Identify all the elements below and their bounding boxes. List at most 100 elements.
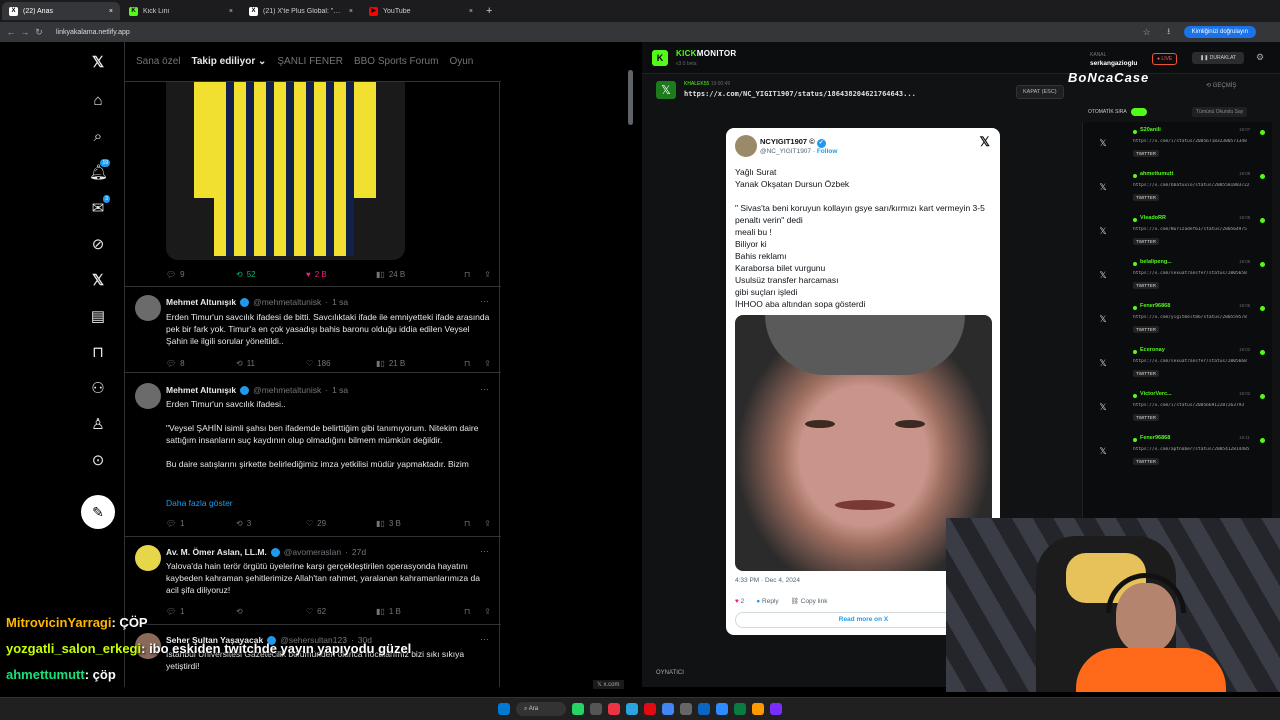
verify-identity-button[interactable]: Kimliğinizi doğrulayın [1183,26,1256,38]
communities-icon[interactable]: ⚇ [89,380,107,398]
queue-item[interactable]: 𝕏 Fener96868 https://x.com/aptnaber/status… [1083,430,1273,474]
bookmarks-icon[interactable]: ⊓ [89,344,107,362]
app-icon[interactable] [698,703,710,715]
queue-item[interactable]: 𝕏 VleadoRR https://x.com/Nurizadef61/statu… [1083,210,1273,254]
queue-url[interactable]: https://x.com/yigitmelt86/status/2005595… [1133,315,1263,320]
app-icon[interactable] [734,703,746,715]
browser-tab[interactable]: X (22) Anas × [2,2,120,20]
avatar[interactable] [735,135,757,157]
browser-tab[interactable]: ▶ YouTube × [362,2,480,20]
mark-all-read-button[interactable]: Tümünü Okundu Say [1192,107,1248,117]
queue-item[interactable]: 𝕏ahmettumutt https://x.com/bbatuxio/statu… [1083,166,1273,210]
tab-oyun[interactable]: Oyun [449,56,473,67]
star-icon[interactable]: ☆ [1140,27,1154,38]
queue-url[interactable]: https://x.com/i/status/20056691228726379… [1133,403,1263,408]
avatar[interactable] [135,383,161,409]
browser-tab[interactable]: X (21) X'te Plus Global: "Bi oyun oy × [242,2,360,20]
more-options-icon[interactable]: ⋯ [480,546,489,557]
more-options-icon[interactable]: ⋯ [480,296,489,307]
pause-button[interactable]: ❚❚ DURAKLAT [1192,52,1245,64]
x-logo-icon[interactable]: 𝕏 [980,134,990,150]
embed-author[interactable]: NCYIGIT1907 © ✓ [760,137,826,148]
app-icon[interactable] [608,703,620,715]
queue-url[interactable]: https://x.com/i/status/20056718323005713… [1133,139,1263,144]
close-icon[interactable]: × [229,8,233,15]
url-field[interactable]: linkyakalama.netlify.app [56,29,1140,36]
show-more-link[interactable]: Daha fazla göster [166,497,491,509]
netflix-icon[interactable] [644,703,656,715]
history-button[interactable]: ⟲ GEÇMİŞ [1206,82,1236,89]
views-button[interactable]: ▮▯ 21 B [376,357,446,369]
queue-item[interactable]: 𝕏 S20anili https://x.com/i/status/20056718… [1083,122,1273,166]
tweet-author[interactable]: Av. M. Ömer Aslan, LL.M. [166,547,267,557]
share-icon[interactable]: ⇪ [484,270,491,279]
queue-item[interactable]: 𝕏 VictorVerc... https://x.com/i/status/200… [1083,386,1273,430]
new-tab-icon[interactable]: + [486,5,492,17]
queue-url[interactable]: https://x.com/aptnaber/status/2005412814… [1133,447,1263,452]
tab-sanli-fener[interactable]: ŞANLI FENER [277,56,343,67]
app-icon[interactable] [590,703,602,715]
grok-icon[interactable]: ⊘ [89,236,107,254]
avatar[interactable] [135,295,161,321]
queue-item[interactable]: 𝕏 Fener96868 https://x.com/yigitmelt86/sta… [1083,298,1273,342]
home-icon[interactable]: ⌂ [89,92,107,110]
messages-icon[interactable]: ✉ 3 [89,195,110,218]
close-button[interactable]: KAPAT (ESC) [1016,85,1064,99]
reload-icon[interactable]: ↻ [32,27,46,38]
app-icon[interactable] [770,703,782,715]
like-button[interactable]: ♡ 186 [306,357,376,369]
reply-button[interactable]: 💬︎ 9 [166,268,236,280]
tab-following[interactable]: Takip ediliyor ⌄ [191,56,266,67]
bookmark-icon[interactable]: ⊓ [464,519,470,528]
browser-tab[interactable]: K Kick Lini × [122,2,240,20]
settings-icon[interactable]: ⚙ [1256,52,1264,63]
reply-button[interactable]: 💬︎ 1 [166,517,236,529]
zoom-icon[interactable] [716,703,728,715]
share-icon[interactable]: ⇪ [484,359,491,368]
chrome-icon[interactable] [662,703,674,715]
auto-queue-toggle[interactable]: OTOMATİK SIRA [1088,108,1147,116]
compose-post-button[interactable]: ✎ [81,495,115,529]
queue-url[interactable]: https://x.com/bbatuxio/status/2005581883… [1133,183,1263,188]
more-options-icon[interactable]: ⋯ [480,384,489,395]
close-icon[interactable]: × [469,8,473,15]
tweet[interactable]: Mehmet Altunışık ✓ @mehmetaltunisk · 1 sa ⋯ … [125,286,501,372]
whatsapp-icon[interactable] [572,703,584,715]
share-icon[interactable]: ⇪ [484,519,491,528]
tab-bbo-sports-forum[interactable]: BBO Sports Forum [354,56,438,67]
taskbar-search[interactable]: ⌕ Ara [516,702,566,716]
tab-for-you[interactable]: Sana özel [136,56,180,67]
more-icon[interactable]: ⊙ [89,452,107,470]
x-logo-icon[interactable]: 𝕏 [89,54,107,72]
close-icon[interactable]: × [109,8,113,15]
copy-link-button[interactable]: ⛓ Copy link [791,597,828,605]
folder-icon[interactable] [752,703,764,715]
start-icon[interactable] [498,703,510,715]
queue-url[interactable]: https://x.com/sexuatransfer/status/20056… [1133,271,1263,276]
queue-url[interactable]: https://x.com/Nurizadef61/status/2005649… [1133,227,1263,232]
reply-button[interactable]: 💬︎ 8 [166,357,236,369]
search-icon[interactable]: ⌕ [89,128,107,146]
avatar[interactable] [135,545,161,571]
download-icon[interactable]: ⭳ [1162,24,1176,40]
like-button[interactable]: ♡ 29 [306,517,376,529]
tweet-media-jersey-photo[interactable] [166,78,405,260]
app-icon[interactable] [680,703,692,715]
tweet-author[interactable]: Mehmet Altunışık [166,297,236,307]
repost-button[interactable]: ⟲ 52 [236,268,306,280]
telegram-icon[interactable] [626,703,638,715]
close-icon[interactable]: × [349,8,353,15]
queue-url[interactable]: https://x.com/sexuatransfer/status/20056… [1133,359,1263,364]
like-button[interactable]: ♥ 2 B [306,268,376,280]
profile-icon[interactable]: ♙ [89,416,107,434]
views-button[interactable]: ▮▯ 3 B [376,517,446,529]
tweet[interactable]: Mehmet Altunışık ✓ @mehmetaltunisk · 1 sa ⋯ … [125,372,501,534]
repost-button[interactable]: ⟲ 11 [236,357,306,369]
tweet-url[interactable]: https://x.com/NC_YIGIT1907/status/186438… [684,90,916,98]
lists-icon[interactable]: ▤ [89,308,107,326]
bookmark-icon[interactable]: ⊓ [464,359,470,368]
views-button[interactable]: ▮▯ 24 B [376,268,446,280]
bookmark-icon[interactable]: ⊓ [464,270,470,279]
scrollbar[interactable] [628,70,633,125]
like-button[interactable]: ♥ 2 [735,598,744,605]
